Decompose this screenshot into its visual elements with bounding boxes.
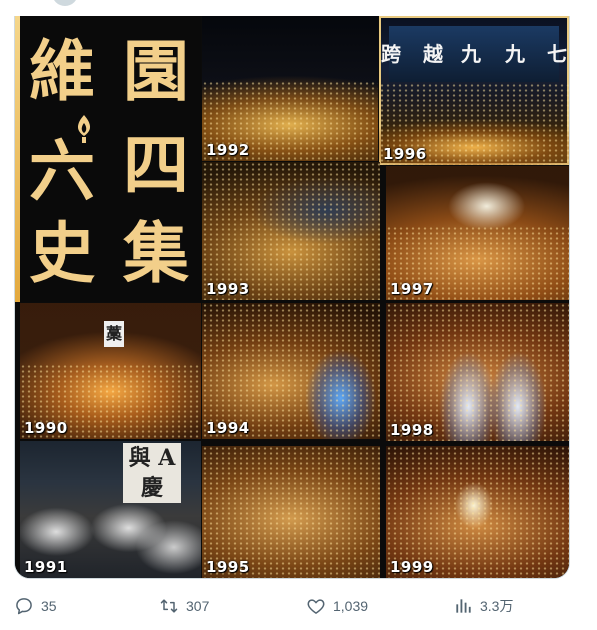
- retweet-button[interactable]: 307: [159, 590, 209, 622]
- year-label: 1994: [206, 419, 250, 437]
- title-char: 集: [123, 214, 189, 292]
- like-count: 1,039: [333, 598, 369, 614]
- year-label: 1990: [24, 419, 68, 437]
- collage-title-block: 維 園 六 四 史 集: [15, 16, 201, 302]
- title-char: 園: [123, 32, 189, 110]
- title-char: 四: [123, 126, 189, 204]
- year-label: 1997: [390, 280, 434, 298]
- tweet-media[interactable]: 維 園 六 四 史 集 1992 跨 越 九 九 七 1996 1993 199…: [14, 16, 570, 579]
- reply-count: 35: [41, 598, 57, 614]
- title-gold-bar: [15, 16, 20, 302]
- title-char: 六: [29, 132, 95, 210]
- banner-char: 九: [461, 42, 481, 66]
- title-char: 史: [29, 214, 95, 292]
- heart-icon: [307, 599, 325, 614]
- banner-char: 越: [423, 42, 443, 66]
- photo-tile-1996: 跨 越 九 九 七 1996: [379, 16, 569, 165]
- year-label: 1996: [383, 145, 427, 163]
- year-label: 1999: [390, 558, 434, 576]
- memorial-sign: 藁: [104, 321, 124, 347]
- year-label: 1995: [206, 558, 250, 576]
- year-label: 1992: [206, 141, 250, 159]
- candle-flame-icon: [77, 115, 91, 143]
- views-button[interactable]: 3.3万: [453, 590, 513, 622]
- year-label: 1991: [24, 558, 68, 576]
- photo-tile-1997: 1997: [386, 166, 569, 300]
- photo-tile-1992: 1992: [202, 16, 378, 161]
- photo-collage: 維 園 六 四 史 集 1992 跨 越 九 九 七 1996 1993 199…: [15, 16, 569, 578]
- banner-char: 七: [547, 42, 567, 66]
- photo-tile-1994: 1994: [202, 303, 380, 439]
- photo-tile-1995: 1995: [202, 446, 380, 578]
- year-label: 1993: [206, 280, 250, 298]
- banner-char: 跨: [381, 42, 401, 66]
- reply-icon: [16, 598, 32, 615]
- photo-tile-1991: 與 A 慶 1991: [20, 441, 201, 578]
- tweet-page: 維 園 六 四 史 集 1992 跨 越 九 九 七 1996 1993 199…: [0, 0, 597, 630]
- reply-button[interactable]: 35: [14, 590, 57, 622]
- photo-tile-1999: 1999: [386, 446, 569, 578]
- tweet-top-edge: [0, 0, 597, 16]
- views-count: 3.3万: [480, 598, 514, 614]
- stage-banner: 與 A 慶: [123, 443, 181, 503]
- title-char: 維: [29, 32, 95, 110]
- retweet-count: 307: [186, 598, 210, 614]
- photo-tile-1993: 1993: [202, 162, 380, 300]
- banner-char: 九: [505, 42, 525, 66]
- retweet-icon: [160, 599, 178, 613]
- photo-tile-1990: 藁 1990: [20, 303, 201, 439]
- tweet-action-bar: 35 307 1,039 3.3万: [0, 590, 597, 622]
- avatar[interactable]: [52, 0, 78, 6]
- like-button[interactable]: 1,039: [306, 590, 368, 622]
- year-label: 1998: [390, 421, 434, 439]
- photo-tile-1998: 1998: [386, 303, 569, 441]
- views-icon: [456, 599, 471, 613]
